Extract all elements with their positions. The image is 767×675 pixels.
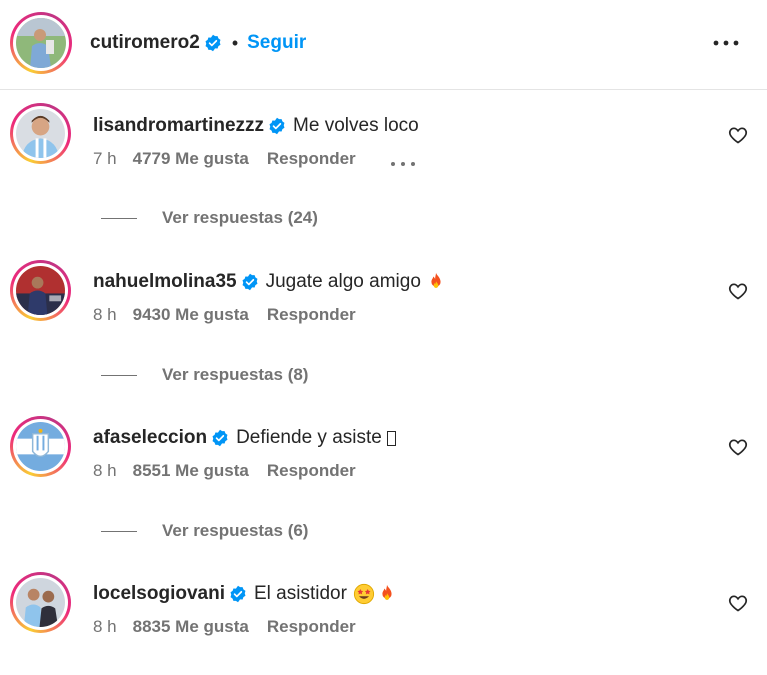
comment-time: 8 h bbox=[93, 305, 117, 324]
more-horizontal-icon[interactable] bbox=[712, 33, 740, 53]
comment-time: 7 h bbox=[93, 149, 117, 168]
comment-likes[interactable]: 8551 Me gusta bbox=[133, 461, 249, 481]
comment-text: Me volves loco bbox=[293, 115, 419, 136]
avatar-photo-icon bbox=[16, 266, 65, 315]
reply-button[interactable]: Responder bbox=[267, 461, 356, 481]
separator-dot: • bbox=[231, 32, 239, 53]
commenter-username[interactable]: afaseleccion bbox=[93, 427, 207, 449]
reply-button[interactable]: Responder bbox=[267, 617, 356, 637]
reply-button[interactable]: Responder bbox=[267, 149, 356, 169]
verified-badge-icon bbox=[204, 34, 222, 52]
view-replies-button[interactable]: Ver respuestas (6) bbox=[101, 521, 308, 541]
verified-badge-icon bbox=[241, 273, 259, 291]
like-heart-icon[interactable] bbox=[728, 281, 748, 301]
view-replies-label: Ver respuestas (24) bbox=[162, 208, 318, 227]
view-replies-button[interactable]: Ver respuestas (8) bbox=[101, 365, 308, 385]
comment-likes[interactable]: 4779 Me gusta bbox=[133, 149, 249, 169]
view-replies-label: Ver respuestas (6) bbox=[162, 521, 309, 540]
verified-badge-icon bbox=[229, 585, 247, 603]
like-heart-icon[interactable] bbox=[728, 125, 748, 145]
commenter-username[interactable]: lisandromartinezzz bbox=[93, 115, 264, 137]
follow-button[interactable]: Seguir bbox=[247, 32, 306, 54]
verified-badge-icon bbox=[268, 117, 286, 135]
view-replies-label: Ver respuestas (8) bbox=[162, 365, 309, 384]
post-author-username[interactable]: cutiromero2 bbox=[90, 32, 200, 54]
missing-glyph-box-icon bbox=[386, 430, 396, 446]
comment-time: 8 h bbox=[93, 617, 117, 636]
fire-emoji-icon bbox=[376, 583, 398, 605]
avatar-photo-icon bbox=[16, 109, 65, 158]
comment-likes[interactable]: 9430 Me gusta bbox=[133, 305, 249, 325]
like-heart-icon[interactable] bbox=[728, 593, 748, 613]
post-author-avatar[interactable] bbox=[10, 12, 72, 74]
comment-likes[interactable]: 8835 Me gusta bbox=[133, 617, 249, 637]
commenter-avatar[interactable] bbox=[10, 572, 71, 633]
comment-text: Jugate algo amigo bbox=[265, 271, 421, 292]
fire-emoji-icon bbox=[425, 271, 447, 293]
commenter-avatar[interactable] bbox=[10, 103, 71, 164]
replies-divider bbox=[101, 530, 137, 532]
replies-divider bbox=[101, 374, 137, 376]
avatar-photo-icon bbox=[16, 578, 65, 627]
commenter-avatar[interactable] bbox=[10, 260, 71, 321]
commenter-username[interactable]: nahuelmolina35 bbox=[93, 271, 237, 293]
comment-text: El asistidor bbox=[253, 583, 347, 604]
afa-crest-icon bbox=[16, 422, 65, 471]
verified-badge-icon bbox=[211, 429, 229, 447]
comment-options-icon[interactable] bbox=[390, 154, 416, 166]
reply-button[interactable]: Responder bbox=[267, 305, 356, 325]
commenter-username[interactable]: locelsogiovani bbox=[93, 583, 225, 605]
commenter-avatar[interactable] bbox=[10, 416, 71, 477]
comment-time: 8 h bbox=[93, 461, 117, 480]
comment-text: Defiende y asiste bbox=[236, 427, 382, 448]
star-struck-emoji-icon bbox=[353, 583, 375, 605]
like-heart-icon[interactable] bbox=[728, 437, 748, 457]
replies-divider bbox=[101, 217, 137, 219]
view-replies-button[interactable]: Ver respuestas (24) bbox=[101, 208, 318, 228]
avatar-photo-icon bbox=[16, 18, 66, 68]
post-header: cutiromero2 • Seguir bbox=[0, 0, 767, 90]
